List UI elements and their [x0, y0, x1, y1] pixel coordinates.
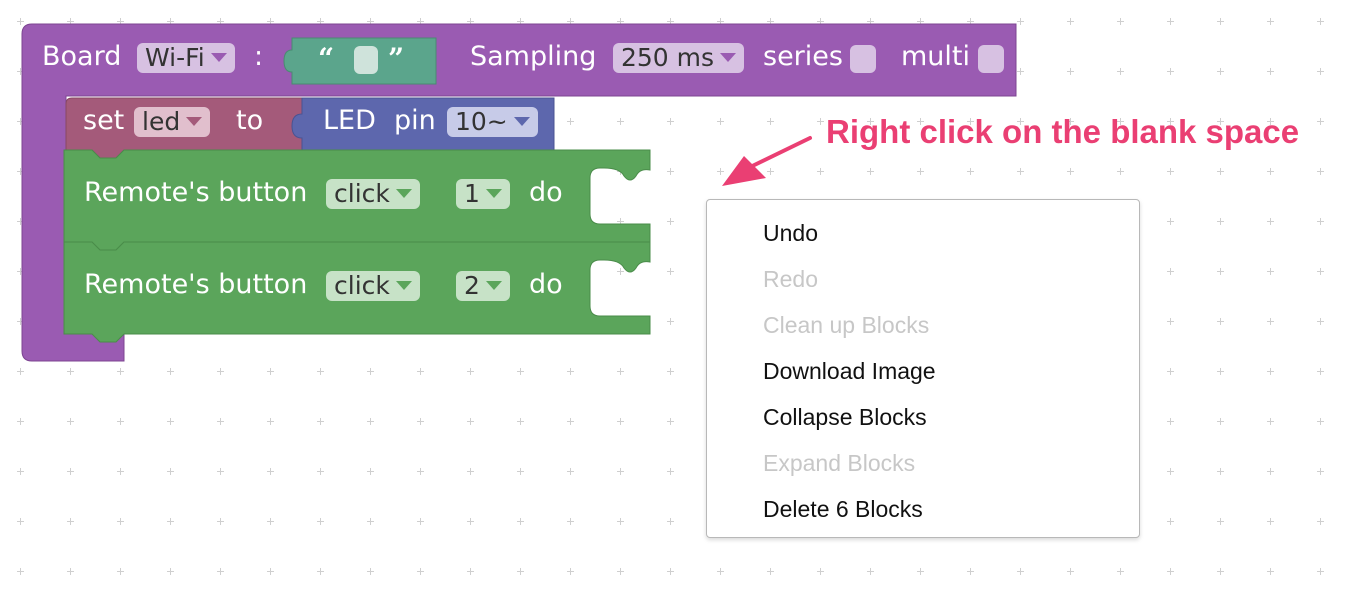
sampling-value: 250 ms: [621, 43, 715, 72]
colon-label: :: [254, 41, 264, 72]
remote-1-event-dropdown[interactable]: click: [326, 179, 420, 209]
menu-item-expand-blocks[interactable]: Expand Blocks: [763, 450, 915, 477]
pin-value: 10~: [455, 107, 508, 136]
annotation-arrow-icon: [722, 136, 812, 186]
multi-checkbox[interactable]: [978, 45, 1004, 73]
menu-item-delete-blocks[interactable]: Delete 6 Blocks: [763, 496, 923, 523]
series-label: series: [763, 41, 843, 72]
text-input-field[interactable]: [354, 46, 378, 74]
menu-item-download-image[interactable]: Download Image: [763, 358, 936, 385]
remote-2-event-dropdown[interactable]: click: [326, 271, 420, 301]
remote-2-label: Remote's button: [84, 269, 308, 300]
remote-2-event-value: click: [334, 271, 390, 300]
led-label: LED: [323, 105, 376, 136]
quote-close-label: ”: [388, 42, 405, 75]
remote-2-do-label: do: [529, 269, 563, 300]
variable-value: led: [142, 107, 181, 136]
multi-label: multi: [901, 41, 971, 72]
board-type-dropdown[interactable]: Wi-Fi: [137, 43, 235, 73]
menu-item-collapse-blocks[interactable]: Collapse Blocks: [763, 404, 927, 431]
chevron-down-icon: [395, 188, 412, 198]
remote-2-button-dropdown[interactable]: 2: [456, 271, 510, 301]
remote-1-do-label: do: [529, 177, 563, 208]
board-label: Board: [42, 41, 122, 72]
chevron-down-icon: [395, 280, 412, 290]
sampling-label: Sampling: [470, 41, 597, 72]
board-type-value: Wi-Fi: [145, 43, 205, 72]
chevron-down-icon: [720, 52, 737, 62]
variable-dropdown[interactable]: led: [134, 107, 211, 137]
menu-item-undo[interactable]: Undo: [763, 220, 818, 247]
pin-dropdown[interactable]: 10~: [447, 107, 538, 137]
chevron-down-icon: [210, 52, 227, 62]
annotation-text: Right click on the blank space: [826, 113, 1300, 150]
menu-item-redo[interactable]: Redo: [763, 266, 818, 293]
remote-1-event-value: click: [334, 179, 390, 208]
set-label: set: [83, 105, 125, 136]
chevron-down-icon: [186, 116, 203, 126]
quote-open-label: “: [318, 42, 335, 75]
chevron-down-icon: [513, 116, 530, 126]
chevron-down-icon: [485, 188, 502, 198]
sampling-dropdown[interactable]: 250 ms: [613, 43, 745, 73]
context-menu: Undo Redo Clean up Blocks Download Image…: [706, 199, 1140, 538]
chevron-down-icon: [485, 280, 502, 290]
remote-1-label: Remote's button: [84, 177, 308, 208]
remote-2-button-value: 2: [464, 271, 480, 300]
series-checkbox[interactable]: [850, 45, 876, 73]
remote-1-button-dropdown[interactable]: 1: [456, 179, 510, 209]
to-label: to: [236, 105, 264, 136]
menu-item-clean-up-blocks[interactable]: Clean up Blocks: [763, 312, 929, 339]
remote-1-button-value: 1: [464, 179, 480, 208]
pin-label: pin: [394, 105, 436, 136]
